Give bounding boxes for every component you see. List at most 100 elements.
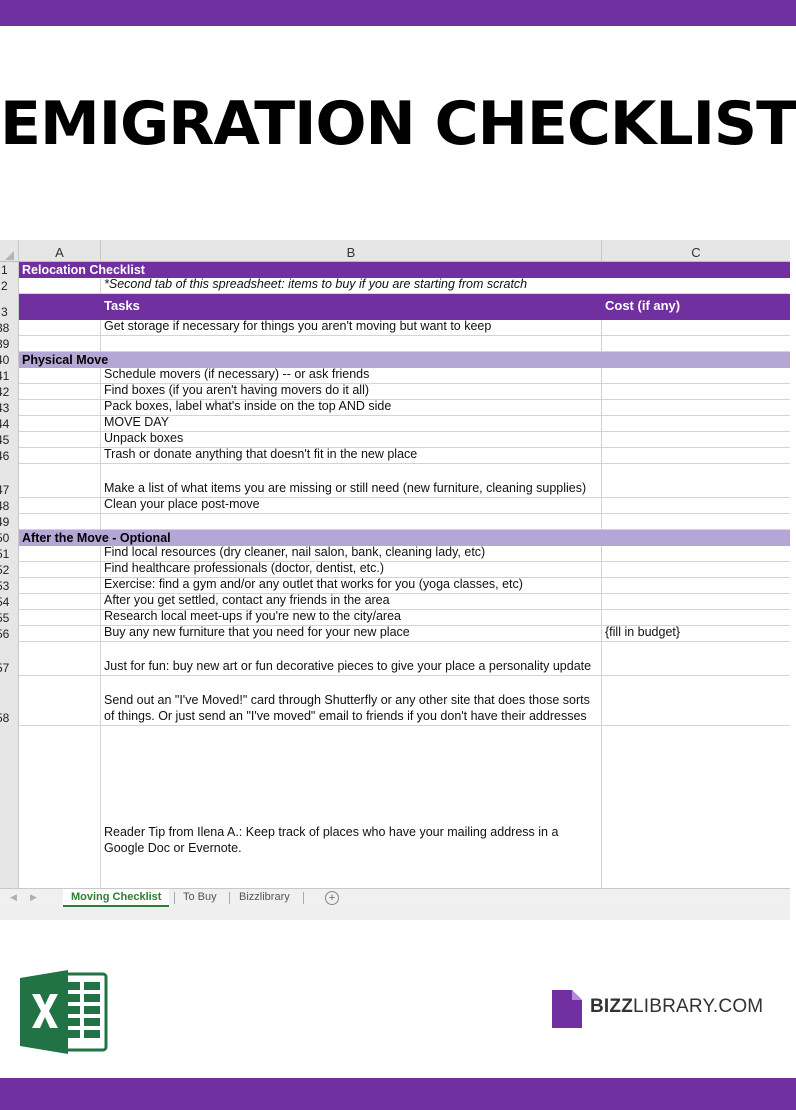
cost-cell[interactable] (602, 416, 790, 432)
cost-cell[interactable] (602, 514, 790, 530)
task-cell[interactable]: Unpack boxes (101, 432, 602, 448)
cost-cell[interactable] (602, 336, 790, 352)
cost-cell[interactable] (602, 562, 790, 578)
row-header[interactable]: 53 (0, 578, 19, 594)
cost-cell[interactable] (602, 578, 790, 594)
cost-cell[interactable] (602, 676, 790, 726)
scroll-right-icon[interactable]: ▶ (30, 892, 37, 903)
cell-a[interactable] (19, 498, 101, 514)
cost-cell[interactable] (602, 320, 790, 336)
cell-a[interactable] (19, 448, 101, 464)
cell-a[interactable] (19, 726, 101, 888)
row-header[interactable]: 44 (0, 416, 19, 432)
cell-a[interactable] (19, 336, 101, 352)
task-cell[interactable]: Schedule movers (if necessary) -- or ask… (101, 368, 602, 384)
row-header[interactable]: 52 (0, 562, 19, 578)
row-header[interactable]: 47 (0, 464, 19, 498)
row-header[interactable]: 41 (0, 368, 19, 384)
cell-a[interactable] (19, 432, 101, 448)
task-cell[interactable]: Get storage if necessary for things you … (101, 320, 602, 336)
task-cell[interactable]: Find healthcare professionals (doctor, d… (101, 562, 602, 578)
tasks-header-cell[interactable]: Tasks (101, 294, 602, 320)
cell-a[interactable] (19, 578, 101, 594)
cell-a[interactable] (19, 400, 101, 416)
row-header[interactable]: 1 (0, 262, 19, 278)
cell-a[interactable] (19, 676, 101, 726)
tab-bizzlibrary[interactable]: Bizzlibrary (231, 889, 298, 907)
section-header-cell[interactable]: Relocation Checklist (19, 262, 790, 278)
row-header[interactable]: 51 (0, 546, 19, 562)
row-header[interactable]: 45 (0, 432, 19, 448)
task-cell[interactable]: Pack boxes, label what's inside on the t… (101, 400, 602, 416)
row-header[interactable]: 42 (0, 384, 19, 400)
cell-a[interactable] (19, 464, 101, 498)
row-header[interactable]: 3 (0, 294, 19, 320)
column-header-b[interactable]: B (101, 240, 602, 262)
column-header-c[interactable]: C (602, 240, 790, 262)
row-header[interactable] (0, 726, 19, 888)
row-header[interactable]: 50 (0, 530, 19, 546)
cell-a[interactable] (19, 384, 101, 400)
task-cell[interactable]: After you get settled, contact any frien… (101, 594, 602, 610)
cell-a[interactable] (19, 610, 101, 626)
cost-cell[interactable] (602, 432, 790, 448)
note-cell[interactable]: *Second tab of this spreadsheet: items t… (101, 278, 789, 294)
add-sheet-icon[interactable]: + (325, 891, 339, 905)
cost-cell[interactable] (602, 726, 790, 888)
section-header-cell[interactable]: After the Move - Optional (19, 530, 790, 546)
task-cell[interactable]: Trash or donate anything that doesn't fi… (101, 448, 602, 464)
cost-cell[interactable] (602, 448, 790, 464)
row-header[interactable]: 38 (0, 320, 19, 336)
tab-moving-checklist[interactable]: Moving Checklist (63, 889, 170, 907)
cost-cell[interactable]: {fill in budget} (602, 626, 790, 642)
row-header[interactable]: 39 (0, 336, 19, 352)
row-header[interactable]: 46 (0, 448, 19, 464)
bizzlibrary-logo[interactable]: BIZZLIBRARY.COM (550, 988, 763, 1032)
task-cell[interactable]: Exercise: find a gym and/or any outlet t… (101, 578, 602, 594)
cell-a[interactable] (19, 642, 101, 676)
task-cell[interactable]: MOVE DAY (101, 416, 602, 432)
row-header[interactable]: 40 (0, 352, 19, 368)
cost-cell[interactable] (602, 400, 790, 416)
cost-cell[interactable] (602, 642, 790, 676)
scroll-left-icon[interactable]: ◀ (10, 892, 17, 903)
task-cell[interactable]: Buy any new furniture that you need for … (101, 626, 602, 642)
task-cell[interactable]: Find local resources (dry cleaner, nail … (101, 546, 602, 562)
cell-a[interactable] (19, 514, 101, 530)
row-header[interactable]: 48 (0, 498, 19, 514)
select-all-corner[interactable] (0, 240, 19, 262)
task-cell[interactable] (101, 514, 602, 530)
tab-to-buy[interactable]: To Buy (175, 889, 225, 907)
cost-cell[interactable] (602, 368, 790, 384)
row-header[interactable]: 56 (0, 626, 19, 642)
cell-a[interactable] (19, 278, 101, 294)
section-header-cell[interactable]: Physical Move (19, 352, 790, 368)
cost-cell[interactable] (602, 498, 790, 514)
task-cell[interactable]: Send out an "I've Moved!" card through S… (101, 676, 602, 726)
cost-header-cell[interactable]: Cost (if any) (602, 294, 790, 320)
cost-cell[interactable] (602, 610, 790, 626)
row-header[interactable]: 57 (0, 642, 19, 676)
row-header[interactable]: 49 (0, 514, 19, 530)
task-cell[interactable]: Find boxes (if you aren't having movers … (101, 384, 602, 400)
cell-a[interactable] (19, 294, 101, 320)
cell-a[interactable] (19, 416, 101, 432)
row-header[interactable]: 54 (0, 594, 19, 610)
task-cell[interactable] (101, 336, 602, 352)
row-header[interactable]: 2 (0, 278, 19, 294)
cost-cell[interactable] (602, 464, 790, 498)
cell-a[interactable] (19, 626, 101, 642)
row-header[interactable]: 58 (0, 676, 19, 726)
cost-cell[interactable] (602, 594, 790, 610)
cell-a[interactable] (19, 368, 101, 384)
cell-a[interactable] (19, 546, 101, 562)
cost-cell[interactable] (602, 546, 790, 562)
task-cell[interactable]: Reader Tip from Ilena A.: Keep track of … (101, 726, 602, 888)
task-cell[interactable]: Just for fun: buy new art or fun decorat… (101, 642, 602, 676)
cell-a[interactable] (19, 562, 101, 578)
cell-a[interactable] (19, 594, 101, 610)
task-cell[interactable]: Make a list of what items you are missin… (101, 464, 602, 498)
cost-cell[interactable] (602, 384, 790, 400)
task-cell[interactable]: Research local meet-ups if you're new to… (101, 610, 602, 626)
cell-a[interactable] (19, 320, 101, 336)
